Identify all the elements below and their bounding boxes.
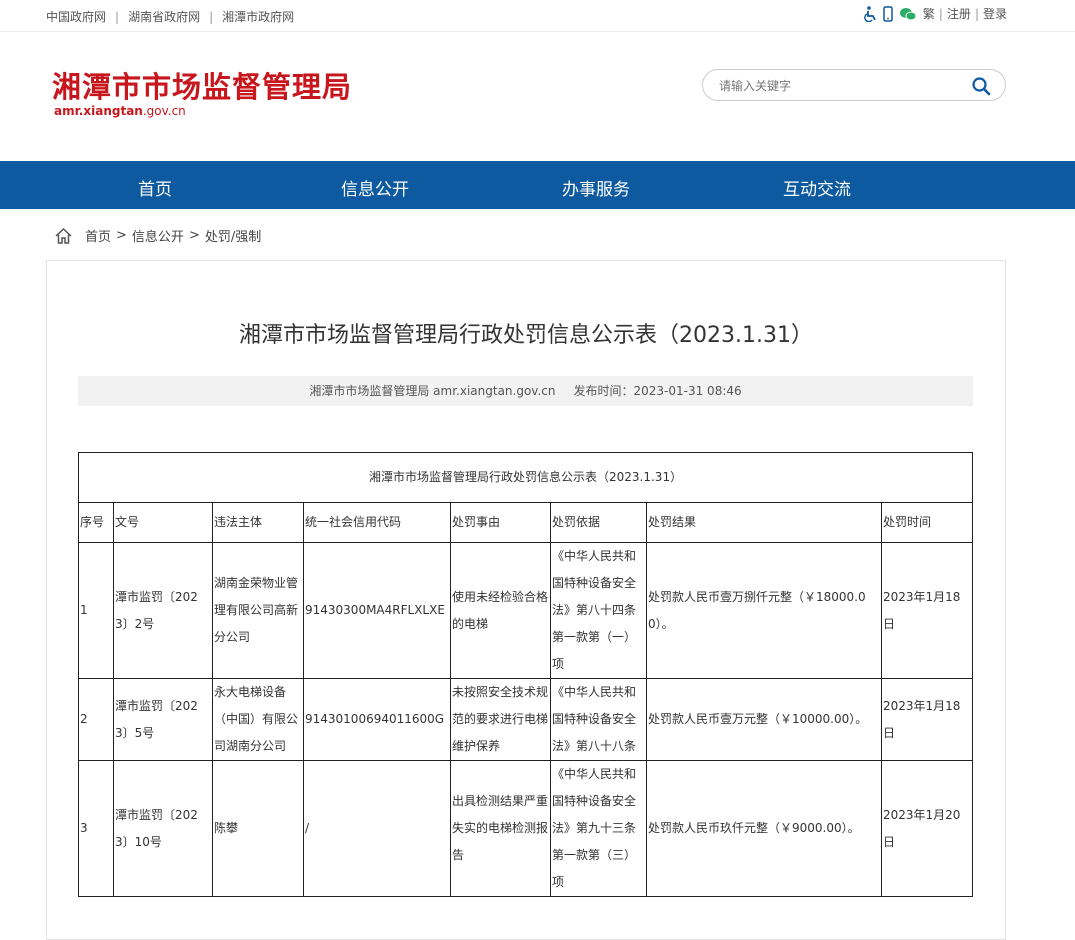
nav-services[interactable]: 办事服务 bbox=[562, 175, 630, 200]
breadcrumb: 首页 > 信息公开 > 处罚/强制 bbox=[54, 226, 261, 245]
table-cell: 处罚款人民币壹万元整（￥10000.00）。 bbox=[646, 678, 882, 761]
table-cell: 潭市监罚〔2023〕2号 bbox=[113, 542, 213, 679]
site-domain-rest: .gov.cn bbox=[142, 104, 186, 118]
top-tools: 繁 | 注册 | 登录 bbox=[863, 5, 1007, 22]
header-cell: 处罚结果 bbox=[646, 502, 882, 543]
table-cell: 使用未经检验合格的电梯 bbox=[450, 542, 551, 679]
breadcrumb-info[interactable]: 信息公开 bbox=[132, 226, 184, 245]
header-cell: 序号 bbox=[78, 502, 114, 543]
header-cell: 文号 bbox=[113, 502, 213, 543]
table-row: 1 潭市监罚〔2023〕2号 湖南金荣物业管理有限公司高新分公司 9143030… bbox=[78, 542, 974, 679]
table-cell: 陈攀 bbox=[212, 760, 304, 897]
site-domain: amr.xiangtan.gov.cn bbox=[54, 104, 186, 118]
home-icon[interactable] bbox=[54, 227, 73, 245]
article-publish-time: 发布时间：2023-01-31 08:46 bbox=[573, 384, 742, 398]
mobile-icon[interactable] bbox=[883, 5, 893, 22]
separator: | bbox=[115, 9, 120, 24]
breadcrumb-penalty[interactable]: 处罚/强制 bbox=[205, 226, 261, 245]
site-logo-title[interactable]: 湘潭市市场监督管理局 bbox=[52, 64, 352, 106]
nav-info-disclosure[interactable]: 信息公开 bbox=[341, 175, 409, 200]
separator: | bbox=[209, 9, 214, 24]
table-cell: 91430300MA4RFLXLXE bbox=[303, 542, 451, 679]
table-cell: 914301006940116​00G bbox=[303, 678, 451, 761]
table-cell: 1 bbox=[78, 542, 114, 679]
site-domain-bold: amr.xiangtan bbox=[54, 104, 143, 118]
table-cell: 2023年1月18日 bbox=[880, 542, 974, 679]
table-cell: 2 bbox=[78, 678, 114, 761]
table-cell: 2023年1月20日 bbox=[880, 760, 974, 897]
table-cell: 处罚款人民币玖仟元整（￥9000.00）。 bbox=[646, 760, 882, 897]
wechat-icon[interactable] bbox=[899, 7, 917, 21]
search-box bbox=[702, 69, 1006, 101]
penalty-table: 湘潭市市场监督管理局行政处罚信息公示表（2023.1.31） 序号 文号 违法主… bbox=[77, 452, 974, 897]
table-caption: 湘潭市市场监督管理局行政处罚信息公示表（2023.1.31） bbox=[77, 452, 974, 503]
breadcrumb-home[interactable]: 首页 bbox=[85, 226, 111, 245]
table-row: 3 潭市监罚〔2023〕10号 陈攀 / 出具检测结果严重失实的电梯检测报告 《… bbox=[78, 760, 974, 897]
separator: | bbox=[938, 6, 943, 21]
table-cell: 处罚款人民币壹万捌仟元整（￥18000.00）。 bbox=[646, 542, 882, 679]
header-cell: 处罚时间 bbox=[880, 502, 974, 543]
gov-links: 中国政府网 | 湖南省政府网 | 湘潭市政府网 bbox=[46, 8, 294, 25]
table-cell: 《中华人民共和国特种设备安全法》第九十三条第一款第（三）项 bbox=[550, 760, 647, 897]
table-cell: 潭市监罚〔2023〕5号 bbox=[113, 678, 213, 761]
header-cell: 处罚依据 bbox=[550, 502, 647, 543]
table-row: 2 潭市监罚〔2023〕5号 永大电梯设备（中国）有限公司湖南分公司 91430… bbox=[78, 678, 974, 761]
table-cell: / bbox=[303, 760, 451, 897]
link-xiangtan-gov[interactable]: 湘潭市政府网 bbox=[222, 8, 294, 25]
article-title: 湘潭市市场监督管理局行政处罚信息公示表（2023.1.31） bbox=[239, 323, 813, 348]
table-cell: 出具检测结果严重失实的电梯检测报告 bbox=[450, 760, 551, 897]
article-source: 湘潭市市场监督管理局 amr.xiangtan.gov.cn bbox=[309, 384, 556, 398]
main-nav: 首页 信息公开 办事服务 互动交流 bbox=[0, 161, 1075, 209]
breadcrumb-separator: > bbox=[116, 228, 127, 243]
accessibility-icon[interactable] bbox=[863, 5, 877, 22]
table-header-row: 序号 文号 违法主体 统一社会信用代码 处罚事由 处罚依据 处罚结果 处罚时间 bbox=[78, 502, 974, 543]
header-cell: 违法主体 bbox=[212, 502, 304, 543]
table-cell: 湖南金荣物业管理有限公司高新分公司 bbox=[212, 542, 304, 679]
table-cell: 《中华人民共和国特种设备安全法》第八十四条第一款第（一）项 bbox=[550, 542, 647, 679]
table-cell: 潭市监罚〔2023〕10号 bbox=[113, 760, 213, 897]
link-hunan-gov[interactable]: 湖南省政府网 bbox=[128, 8, 200, 25]
article-container: 湘潭市市场监督管理局行政处罚信息公示表（2023.1.31） 湘潭市市场监督管理… bbox=[46, 260, 1006, 940]
nav-home[interactable]: 首页 bbox=[138, 175, 172, 200]
nav-interaction[interactable]: 互动交流 bbox=[783, 175, 851, 200]
search-input[interactable] bbox=[719, 76, 959, 96]
register-link[interactable]: 注册 bbox=[947, 5, 971, 22]
table-cell: 《中华人民共和国特种设备安全法》第八十八条 bbox=[550, 678, 647, 761]
table-cell: 3 bbox=[78, 760, 114, 897]
traditional-chinese-link[interactable]: 繁 bbox=[923, 5, 935, 22]
search-icon[interactable] bbox=[971, 76, 991, 96]
breadcrumb-separator: > bbox=[188, 228, 200, 243]
login-link[interactable]: 登录 bbox=[983, 5, 1007, 22]
link-china-gov[interactable]: 中国政府网 bbox=[46, 8, 106, 25]
top-bar: 中国政府网 | 湖南省政府网 | 湘潭市政府网 繁 | 注册 | 登录 bbox=[0, 0, 1075, 32]
table-cell: 永大电梯设备（中国）有限公司湖南分公司 bbox=[212, 678, 304, 761]
table-cell: 2023年1月18日 bbox=[880, 678, 974, 761]
table-cell: 未按照安全技术规范的要求进行电梯维护保养 bbox=[450, 678, 551, 761]
header-cell: 处罚事由 bbox=[450, 502, 551, 543]
separator: | bbox=[974, 6, 979, 21]
article-meta: 湘潭市市场监督管理局 amr.xiangtan.gov.cn 发布时间：2023-… bbox=[78, 376, 973, 406]
header-cell: 统一社会信用代码 bbox=[303, 502, 451, 543]
